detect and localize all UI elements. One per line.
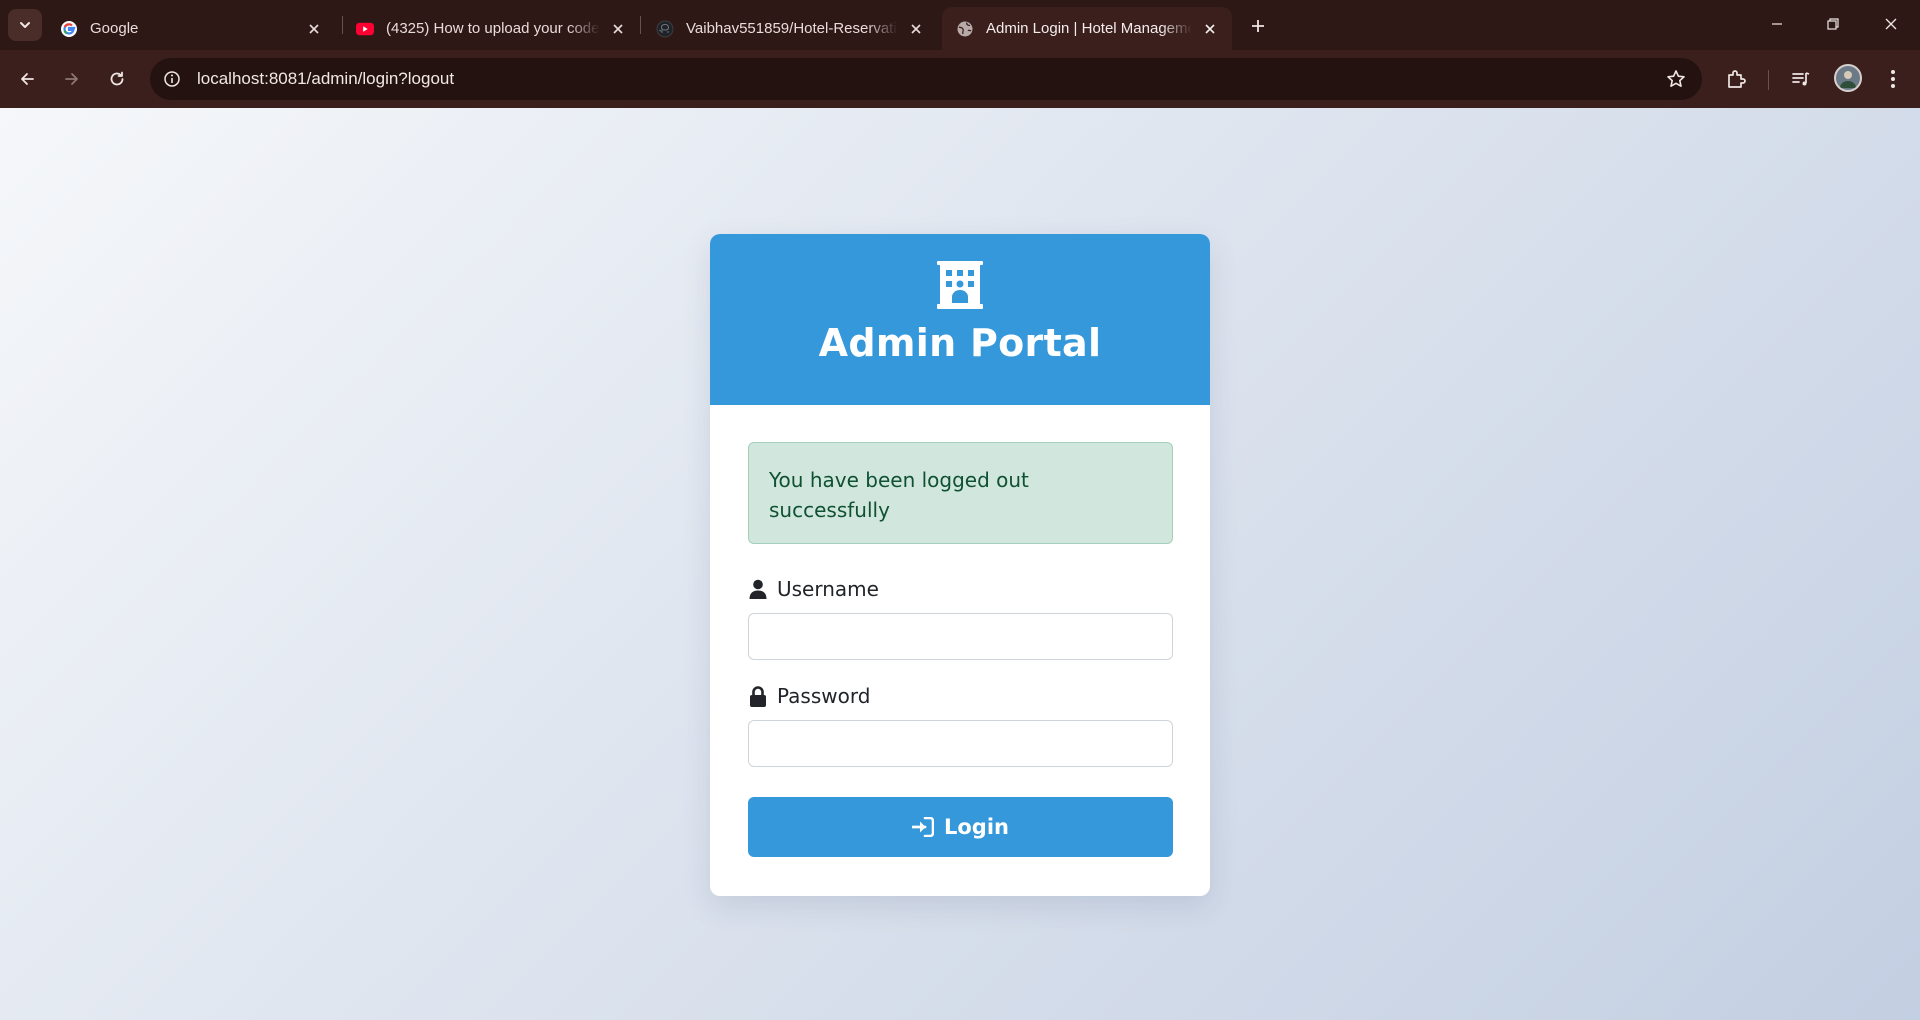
- media-control-button[interactable]: [1786, 64, 1816, 94]
- arrow-right-icon: [65, 73, 78, 85]
- youtube-icon: [356, 20, 374, 38]
- tab-separator: [640, 16, 641, 34]
- tab-title: (4325) How to upload your code: [386, 20, 600, 37]
- tab-title: Admin Login | Hotel Management: [986, 20, 1192, 37]
- tab-admin-login[interactable]: Admin Login | Hotel Management: [942, 7, 1232, 50]
- site-info-button[interactable]: [157, 64, 187, 94]
- hotel-icon: [937, 261, 983, 309]
- globe-icon: [956, 20, 974, 38]
- restore-button[interactable]: [1810, 8, 1856, 40]
- reload-button[interactable]: [100, 62, 134, 96]
- puzzle-icon: [1728, 70, 1746, 88]
- minimize-icon: [1772, 23, 1782, 25]
- login-button-label: Login: [944, 815, 1009, 839]
- arrow-left-icon: [21, 73, 34, 85]
- browser-toolbar: localhost:8081/admin/login?logout: [0, 50, 1920, 108]
- card-body: You have been logged out successfully Us…: [710, 405, 1210, 857]
- close-icon: [1885, 18, 1897, 30]
- github-icon: [656, 20, 674, 38]
- tab-github[interactable]: Vaibhav551859/Hotel-Reservation: [642, 7, 938, 50]
- restore-icon: [1827, 18, 1839, 30]
- close-icon[interactable]: [304, 19, 324, 39]
- more-vertical-icon: [1891, 70, 1895, 88]
- bookmark-button[interactable]: [1664, 67, 1688, 91]
- close-icon[interactable]: [906, 19, 926, 39]
- tab-title: Vaibhav551859/Hotel-Reservation: [686, 20, 898, 37]
- back-button[interactable]: [10, 62, 44, 96]
- tab-strip: Google (4325) How to upload your code Va…: [0, 0, 1920, 50]
- card-header: Admin Portal: [710, 234, 1210, 405]
- extensions-button[interactable]: [1721, 64, 1751, 94]
- tab-title: Google: [90, 20, 139, 37]
- forward-button[interactable]: [55, 62, 89, 96]
- username-field[interactable]: [748, 613, 1173, 660]
- close-icon[interactable]: [1200, 19, 1220, 39]
- user-icon: [748, 578, 768, 600]
- username-label-text: Username: [777, 577, 879, 601]
- star-icon: [1667, 70, 1685, 87]
- close-icon[interactable]: [608, 19, 628, 39]
- tab-google[interactable]: Google: [46, 7, 336, 50]
- avatar[interactable]: [1834, 64, 1862, 92]
- login-button[interactable]: Login: [748, 797, 1173, 857]
- plus-icon: [1252, 20, 1264, 32]
- address-bar[interactable]: localhost:8081/admin/login?logout: [150, 58, 1702, 100]
- playlist-icon: [1792, 72, 1810, 86]
- page-title: Admin Portal: [818, 321, 1102, 365]
- new-tab-button[interactable]: [1244, 12, 1272, 40]
- password-label-text: Password: [777, 684, 871, 708]
- logout-success-alert: You have been logged out successfully: [748, 442, 1173, 544]
- reload-icon: [110, 71, 124, 86]
- url-text[interactable]: localhost:8081/admin/login?logout: [197, 69, 454, 89]
- minimize-button[interactable]: [1754, 8, 1800, 40]
- tab-youtube[interactable]: (4325) How to upload your code: [342, 7, 640, 50]
- toolbar-divider: [1768, 70, 1769, 90]
- chevron-down-icon: [20, 22, 30, 28]
- tab-search-button[interactable]: [8, 9, 42, 41]
- username-label: Username: [748, 577, 1173, 601]
- menu-button[interactable]: [1878, 64, 1908, 94]
- google-icon: [60, 20, 78, 38]
- info-icon: [164, 71, 180, 87]
- sign-in-icon: [912, 816, 934, 838]
- close-window-button[interactable]: [1868, 8, 1914, 40]
- login-card: Admin Portal You have been logged out su…: [710, 234, 1210, 896]
- password-label: Password: [748, 684, 1173, 708]
- lock-icon: [748, 685, 768, 707]
- page-viewport: Admin Portal You have been logged out su…: [0, 108, 1920, 1020]
- profile-icon: [1840, 71, 1856, 88]
- password-field[interactable]: [748, 720, 1173, 767]
